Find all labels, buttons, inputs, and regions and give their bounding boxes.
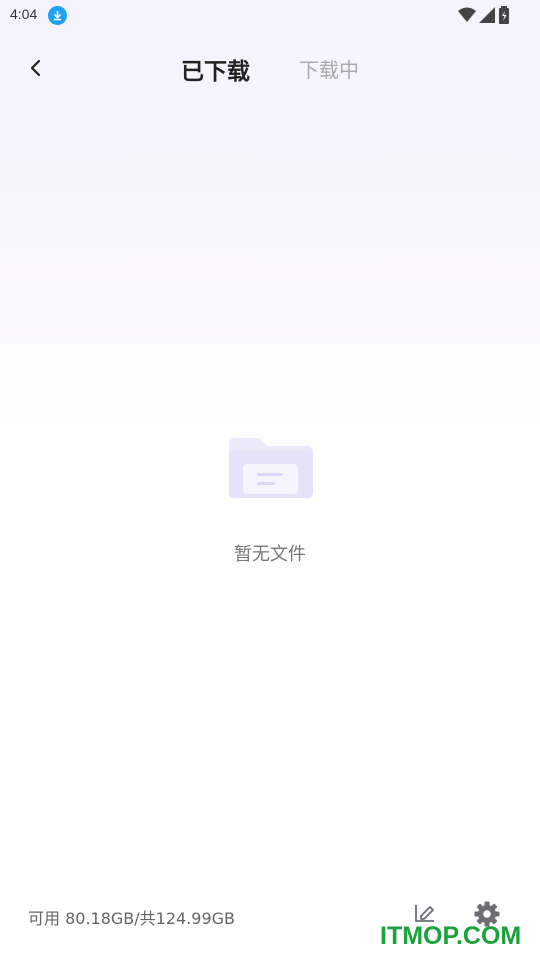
header: 已下载 下载中 [0, 40, 540, 96]
watermark-text: ITMOP.COM [380, 922, 522, 950]
empty-state-text: 暂无文件 [234, 544, 306, 565]
download-notification-icon [48, 6, 67, 25]
empty-folder-icon [229, 438, 313, 498]
status-time: 4:04 [10, 6, 38, 22]
wifi-icon [458, 7, 476, 27]
status-bar: 4:04 [0, 0, 540, 30]
back-button[interactable] [20, 52, 52, 84]
chevron-left-icon [30, 59, 41, 77]
empty-state: 暂无文件 [0, 434, 540, 566]
battery-icon [498, 6, 510, 28]
signal-icon [479, 7, 495, 27]
tab-downloading[interactable]: 下载中 [299, 54, 359, 83]
tab-downloaded[interactable]: 已下载 [181, 52, 250, 86]
storage-info: 可用 80.18GB/共124.99GB [28, 909, 236, 928]
